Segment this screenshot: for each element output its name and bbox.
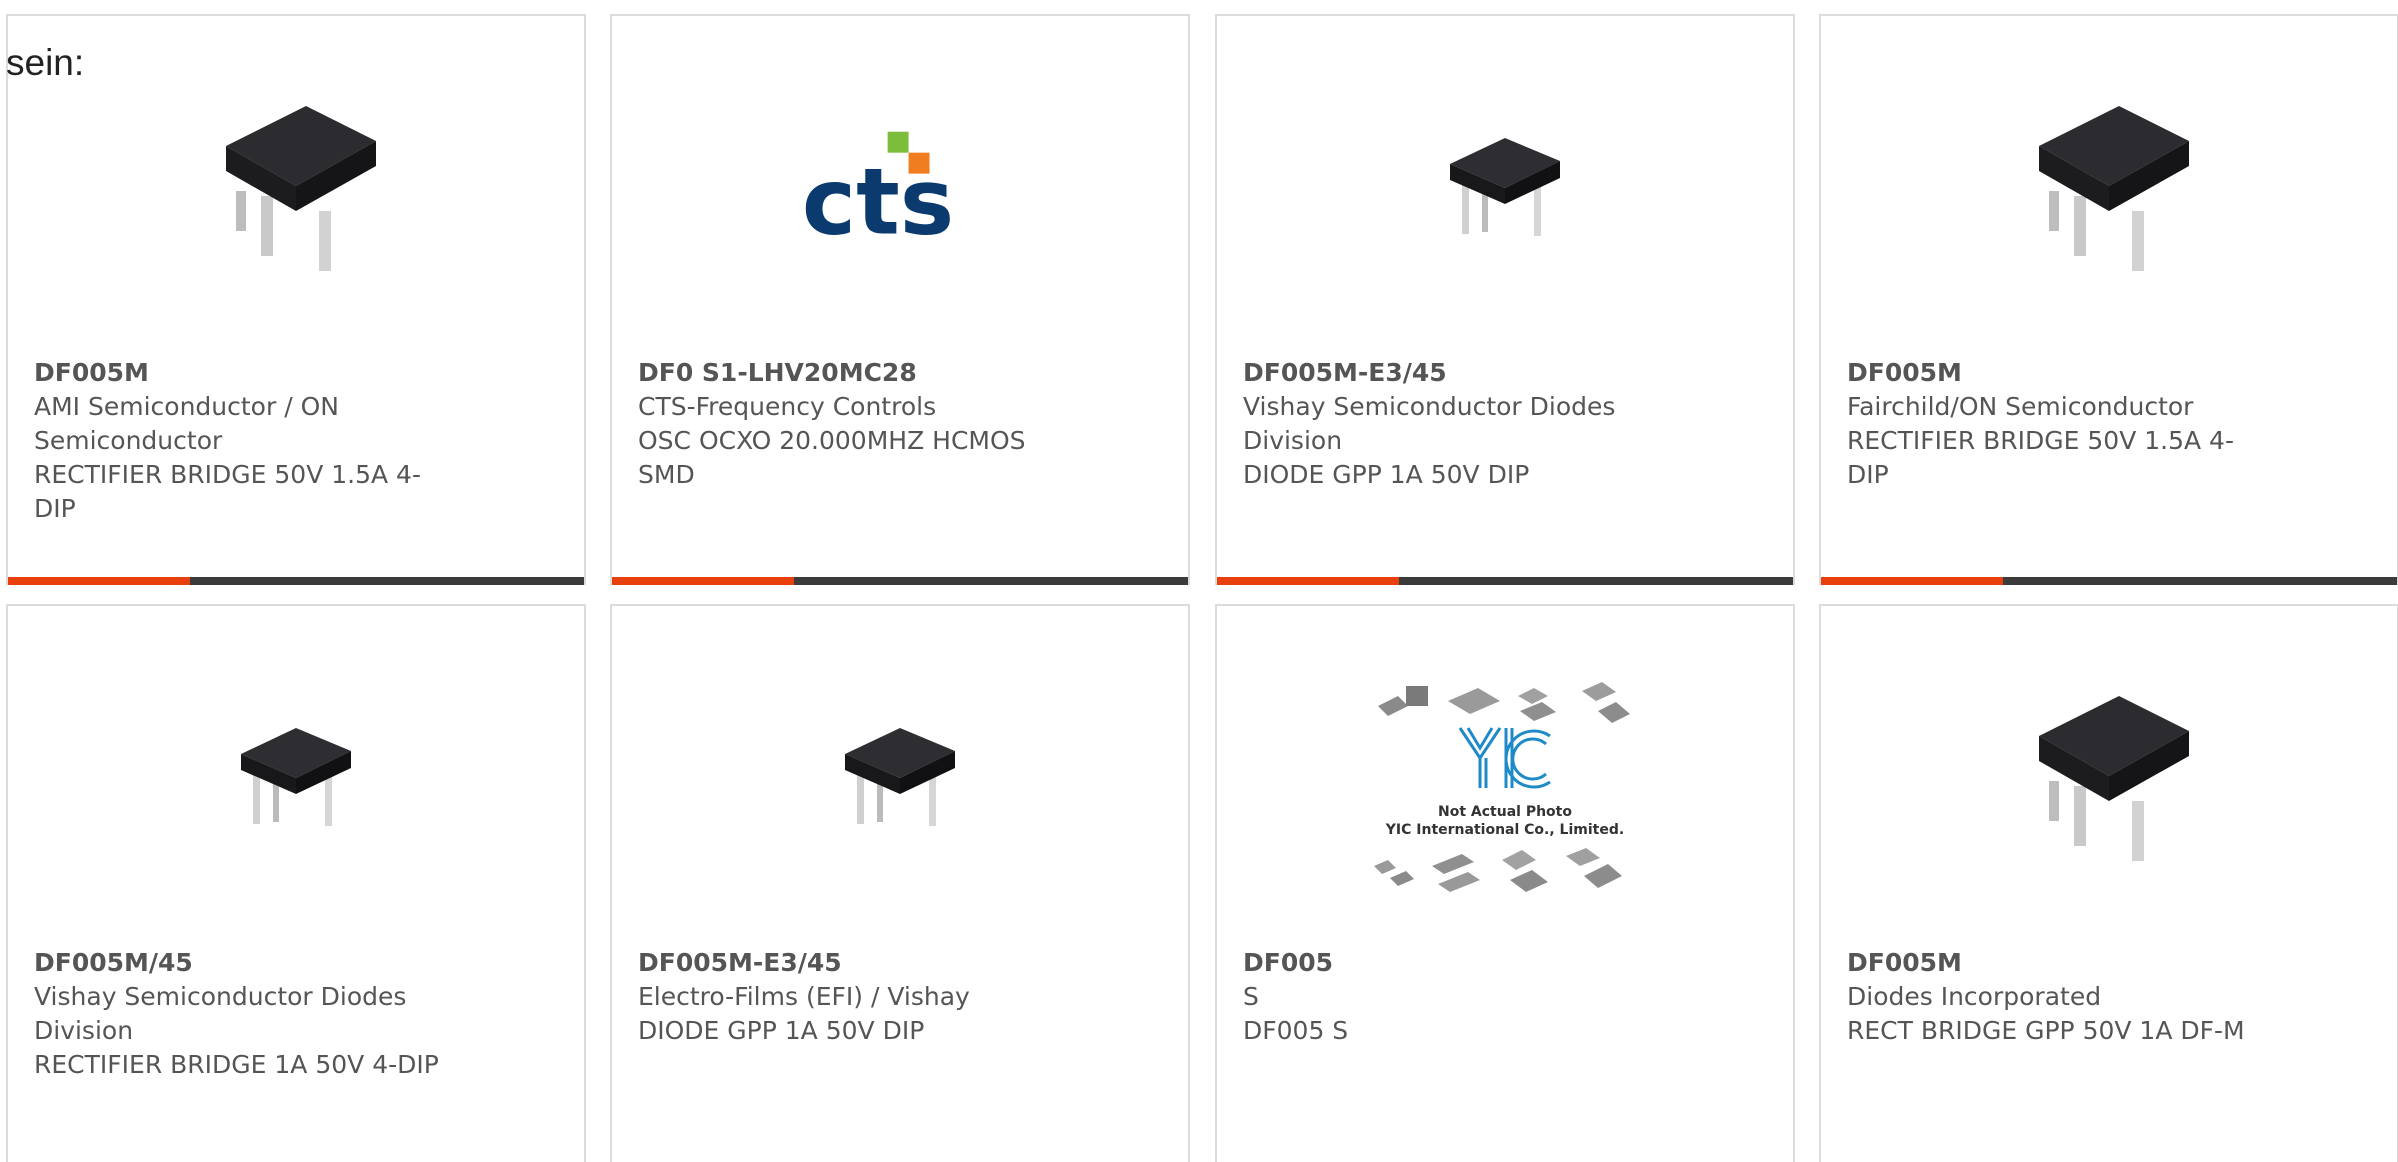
- card-footer-bar: [1217, 577, 1793, 585]
- manufacturer: Diodes Incorporated: [1847, 982, 2102, 1011]
- card-footer-accent: [1821, 577, 2003, 585]
- product-info: DF005M-E3/45 Vishay Semiconductor Diodes…: [1243, 356, 1653, 492]
- part-number[interactable]: DF005M-E3/45: [1243, 356, 1653, 390]
- product-image[interactable]: [196, 676, 396, 876]
- cts-logo[interactable]: cts: [800, 86, 1000, 286]
- product-info: DF005M Fairchild/ON Semiconductor RECTIF…: [1847, 356, 2257, 492]
- product-card[interactable]: DF005M AMI Semiconductor / ON Semiconduc…: [6, 14, 586, 585]
- product-image[interactable]: [1405, 86, 1605, 286]
- product-info: DF005 S DF005 S: [1243, 946, 1653, 1048]
- placeholder-line-2: YIC International Co., Limited.: [1385, 822, 1624, 838]
- manufacturer: S: [1243, 982, 1259, 1011]
- manufacturer: Vishay Semiconductor Diodes Division: [34, 982, 407, 1045]
- description: DIODE GPP 1A 50V DIP: [638, 1016, 925, 1045]
- product-image[interactable]: [2009, 86, 2209, 286]
- product-card[interactable]: DF005M Fairchild/ON Semiconductor RECTIF…: [1819, 14, 2398, 585]
- description: RECTIFIER BRIDGE 50V 1.5A 4-DIP: [34, 460, 421, 523]
- product-info: DF0 S1-LHV20MC28 CTS-Frequency Controls …: [638, 356, 1048, 492]
- manufacturer: AMI Semiconductor / ON Semiconductor: [34, 392, 339, 455]
- description: DF005 S: [1243, 1016, 1349, 1045]
- card-footer-bar: [612, 577, 1188, 585]
- product-card[interactable]: DF005M-E3/45 Electro-Films (EFI) / Visha…: [610, 604, 1190, 1162]
- description: RECT BRIDGE GPP 50V 1A DF-M: [1847, 1016, 2245, 1045]
- description: DIODE GPP 1A 50V DIP: [1243, 460, 1530, 489]
- card-footer-bar: [1821, 577, 2397, 585]
- card-footer-accent: [8, 577, 190, 585]
- page: sein: DF005M AMI Semiconductor / ON Semi…: [0, 0, 2398, 1162]
- not-actual-photo-image[interactable]: Not Actual Photo YIC International Co., …: [1360, 666, 1650, 906]
- manufacturer: Fairchild/ON Semiconductor: [1847, 392, 2194, 421]
- product-card[interactable]: Not Actual Photo YIC International Co., …: [1215, 604, 1795, 1162]
- description: OSC OCXO 20.000MHZ HCMOS SMD: [638, 426, 1026, 489]
- card-footer-accent: [612, 577, 794, 585]
- card-footer-bar: [8, 577, 584, 585]
- manufacturer: Vishay Semiconductor Diodes Division: [1243, 392, 1616, 455]
- part-number[interactable]: DF005M: [1847, 356, 2257, 390]
- intro-text: sein:: [6, 42, 85, 83]
- product-info: DF005M Diodes Incorporated RECT BRIDGE G…: [1847, 946, 2257, 1048]
- product-card[interactable]: DF005M Diodes Incorporated RECT BRIDGE G…: [1819, 604, 2398, 1162]
- placeholder-line-1: Not Actual Photo: [1438, 804, 1572, 820]
- product-image[interactable]: [2009, 676, 2209, 876]
- part-number[interactable]: DF005: [1243, 946, 1653, 980]
- manufacturer: CTS-Frequency Controls: [638, 392, 937, 421]
- svg-text:cts: cts: [802, 149, 954, 251]
- part-number[interactable]: DF005M: [34, 356, 444, 390]
- product-image[interactable]: [800, 676, 1000, 876]
- product-info: DF005M/45 Vishay Semiconductor Diodes Di…: [34, 946, 444, 1082]
- product-card[interactable]: DF005M-E3/45 Vishay Semiconductor Diodes…: [1215, 14, 1795, 585]
- description: RECTIFIER BRIDGE 1A 50V 4-DIP: [34, 1050, 439, 1079]
- product-card[interactable]: DF005M/45 Vishay Semiconductor Diodes Di…: [6, 604, 586, 1162]
- description: RECTIFIER BRIDGE 50V 1.5A 4-DIP: [1847, 426, 2234, 489]
- part-number[interactable]: DF005M: [1847, 946, 2257, 980]
- part-number[interactable]: DF0 S1-LHV20MC28: [638, 356, 1048, 390]
- product-info: DF005M-E3/45 Electro-Films (EFI) / Visha…: [638, 946, 1048, 1048]
- part-number[interactable]: DF005M-E3/45: [638, 946, 1048, 980]
- product-image[interactable]: [196, 86, 396, 286]
- manufacturer: Electro-Films (EFI) / Vishay: [638, 982, 970, 1011]
- product-info: DF005M AMI Semiconductor / ON Semiconduc…: [34, 356, 444, 526]
- card-footer-accent: [1217, 577, 1399, 585]
- part-number[interactable]: DF005M/45: [34, 946, 444, 980]
- product-card[interactable]: cts DF0 S1-LHV20MC28 CTS-Frequency Contr…: [610, 14, 1190, 585]
